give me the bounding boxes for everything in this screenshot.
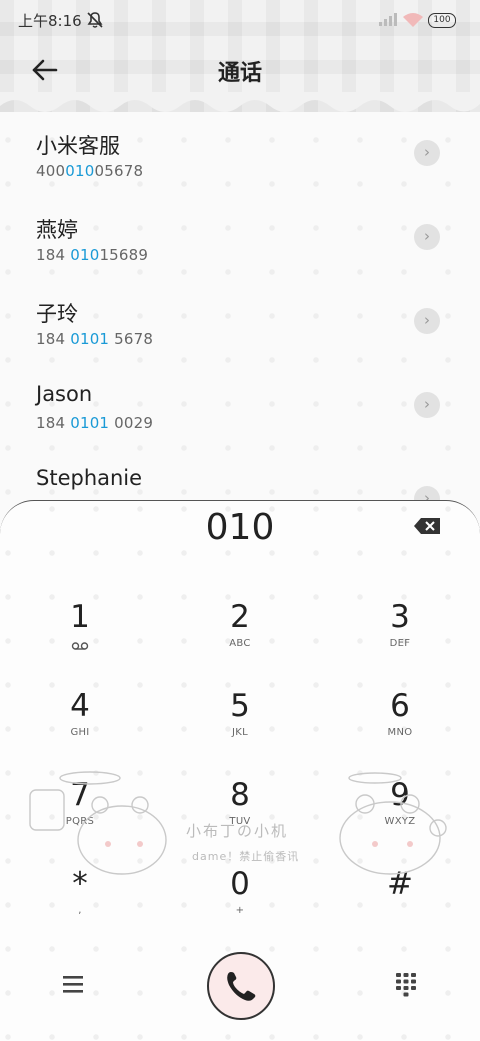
battery-indicator: 100 [428,13,456,28]
dialpad-icon[interactable] [395,972,417,998]
key-0[interactable]: 0 + [180,865,300,947]
status-bar: 上午8:16 100 [0,0,480,40]
phone-icon [227,972,256,1001]
key-4[interactable]: 4 GHI [20,687,140,769]
contact-row[interactable]: 燕婷 184 01015689 › [0,204,480,288]
signal-icon [379,13,397,26]
page-title: 通话 [217,61,262,86]
chevron-right-icon[interactable]: › [414,392,440,418]
mute-icon [87,12,103,28]
key-3[interactable]: 3 DEF [340,598,460,680]
key-hash[interactable]: # [340,865,460,947]
contact-row[interactable]: Jason 184 0101 0029 › [0,372,480,456]
bottom-action-bar [0,950,480,1020]
contact-number: 184 01015689 [36,246,149,264]
watermark-subtitle: dame！禁止偷香讯 [192,850,300,863]
chevron-right-icon[interactable]: › [414,224,440,250]
key-6[interactable]: 6 MNO [340,687,460,769]
contact-number: 184 0101 0029 [36,414,154,432]
backspace-icon[interactable] [414,518,440,534]
key-9[interactable]: 9 WXYZ [340,776,460,858]
key-8[interactable]: 8 TUV [180,776,300,858]
voicemail-icon [71,642,89,650]
contact-row[interactable]: 小米客服 40001005678 › [0,120,480,204]
key-1[interactable]: 1 [20,598,140,680]
dialed-number[interactable]: 010 [0,507,480,548]
contact-name: 子玲 [36,302,78,326]
contact-number: 184 0101 5678 [36,330,154,348]
contact-name: 燕婷 [36,218,78,242]
menu-icon[interactable] [60,974,86,994]
contact-suggestion-list: 小米客服 40001005678 › 燕婷 184 01015689 › 子玲 … [0,120,480,540]
contact-number: 40001005678 [36,162,144,180]
key-5[interactable]: 5 JKL [180,687,300,769]
contact-name: Stephanie [36,466,143,490]
watermark-title: 小布丁の小机 [186,822,289,840]
key-2[interactable]: 2 ABC [180,598,300,680]
contact-row[interactable]: 子玲 184 0101 5678 › [0,288,480,372]
contact-name: Jason [36,382,93,406]
status-time: 上午8:16 [18,12,82,30]
key-star[interactable]: *, [20,865,140,947]
key-7[interactable]: 7 PQRS [20,776,140,858]
wifi-icon [403,13,423,27]
chevron-right-icon[interactable]: › [414,308,440,334]
header-scallop-edge [0,92,480,112]
call-button[interactable] [207,952,275,1020]
contact-name: 小米客服 [36,134,120,158]
chevron-right-icon[interactable]: › [414,140,440,166]
